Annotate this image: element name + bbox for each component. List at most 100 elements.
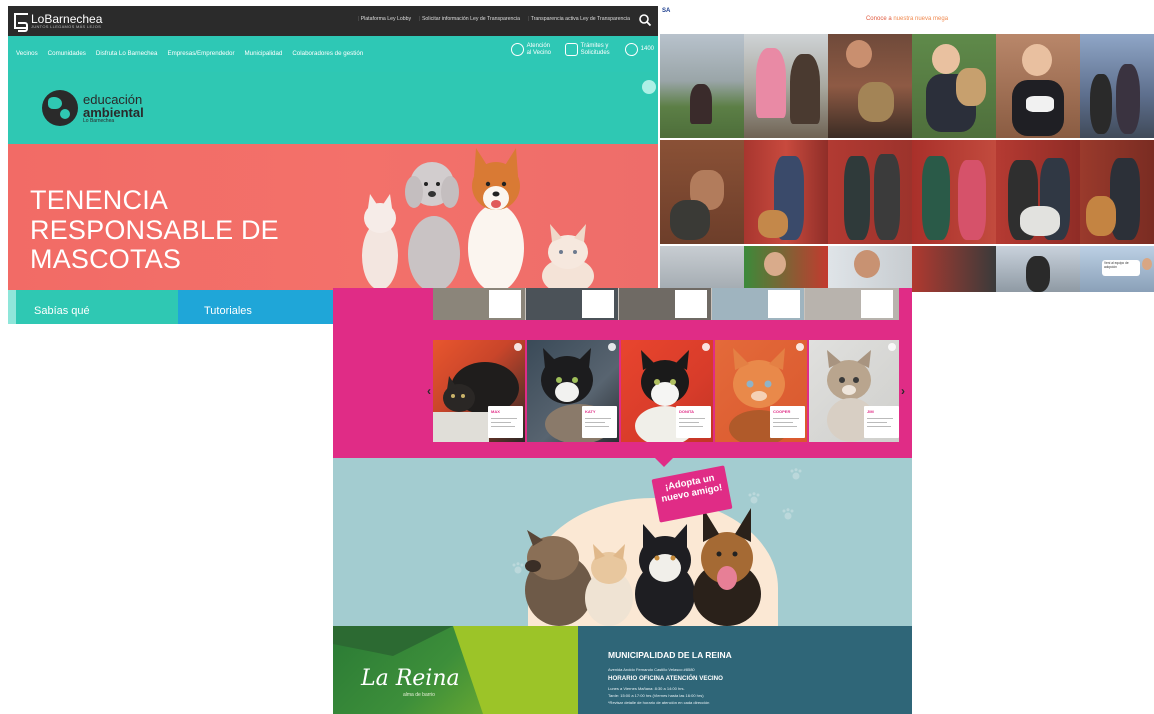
lareina-adoption-page: MAX KATY DONITA COOPER JIM ‹ › ¡Adopta u… bbox=[333, 288, 912, 714]
hero-banner: TENENCIA RESPONSABLE DE MASCOTAS bbox=[8, 144, 658, 290]
nav-item-vecinos[interactable]: Vecinos bbox=[16, 50, 38, 57]
tramites-label: Trámites y Solicitudes bbox=[580, 43, 610, 56]
site-footer: La Reina alma de barrio MUNICIPALIDAD DE… bbox=[333, 626, 912, 714]
cat-card[interactable]: DONITA bbox=[621, 340, 713, 442]
photo-grid-heading: Conoce a nuestra nueva mega bbox=[660, 16, 1154, 22]
adopt-badge-icon bbox=[702, 343, 710, 351]
nav-menu: Vecinos Comunidades Disfruta Lo Barneche… bbox=[16, 50, 363, 57]
educacion-ambiental-logo[interactable]: educación ambiental Lo Barnechea bbox=[42, 90, 144, 126]
tab-tutoriales[interactable]: Tutoriales bbox=[178, 290, 338, 324]
paw-print-icon bbox=[782, 508, 794, 520]
cat-info-card: DONITA bbox=[676, 406, 711, 438]
edu-logo-line1: educación bbox=[83, 91, 143, 107]
cat-name: KATY bbox=[585, 409, 596, 414]
nav-item-disfruta[interactable]: Disfruta Lo Barnechea bbox=[96, 50, 158, 57]
cat-carousel: MAX KATY DONITA COOPER JIM bbox=[433, 340, 899, 442]
document-icon bbox=[564, 43, 578, 57]
tab-accent-strip bbox=[8, 290, 16, 324]
section-pointer bbox=[655, 458, 673, 467]
adoption-photo bbox=[660, 34, 744, 138]
lobarnechea-screenshot: LoBarnechea JUNTOS LLEGAMOS MÁS LEJOS Pl… bbox=[8, 6, 658, 324]
adoption-photo bbox=[828, 246, 912, 292]
phone-label: 1400 bbox=[640, 46, 654, 53]
adopta-section: ¡Adopta un nuevo amigo! bbox=[333, 458, 912, 626]
link-transparencia-activa[interactable]: Transparencia activa Ley de Transparenci… bbox=[528, 16, 630, 22]
adoption-photo bbox=[1080, 34, 1154, 138]
carousel-next-arrow-icon[interactable]: › bbox=[901, 384, 905, 398]
tab-sabias-que[interactable]: Sabías qué bbox=[8, 290, 178, 324]
paw-print-icon bbox=[790, 468, 802, 480]
cat-card[interactable]: COOPER bbox=[715, 340, 807, 442]
globe-icon bbox=[42, 90, 78, 126]
adoption-photo bbox=[996, 246, 1080, 292]
phone-1400-button[interactable]: 1400 bbox=[624, 43, 654, 57]
horario-line: *Revisar detalle de horario de atención … bbox=[608, 700, 710, 705]
nav-quick-actions: Atención al Vecino Trámites y Solicitude… bbox=[510, 43, 654, 57]
photo-grid-header: SA Conoce a nuestra nueva mega bbox=[660, 6, 1154, 34]
tab-sabias-que-label: Sabías qué bbox=[34, 305, 90, 317]
cat-name: COOPER bbox=[773, 409, 791, 414]
adoption-photo bbox=[660, 140, 744, 244]
nav-item-empresas[interactable]: Empresas/Emprendedor bbox=[167, 50, 234, 57]
lobarnechea-logo[interactable]: LoBarnechea JUNTOS LLEGAMOS MÁS LEJOS bbox=[14, 12, 102, 32]
cat-card[interactable]: KATY bbox=[527, 340, 619, 442]
main-nav: Vecinos Comunidades Disfruta Lo Barneche… bbox=[8, 36, 658, 72]
la-reina-tagline: alma de barrio bbox=[403, 692, 435, 698]
paw-print-icon bbox=[512, 562, 524, 574]
heading-prefix: Conoce a bbox=[865, 16, 894, 22]
educacion-ambiental-header: educación ambiental Lo Barnechea bbox=[8, 72, 658, 144]
banner-title: TENENCIA RESPONSABLE DE MASCOTAS bbox=[30, 185, 279, 275]
search-icon[interactable] bbox=[638, 13, 652, 27]
edu-logo-line2: ambiental bbox=[83, 104, 144, 120]
accessibility-icon[interactable] bbox=[642, 80, 656, 94]
nav-item-comunidades[interactable]: Comunidades bbox=[48, 50, 86, 57]
top-links: Plataforma Ley Lobby Solicitar informaci… bbox=[358, 16, 630, 22]
adopt-badge-icon bbox=[888, 343, 896, 351]
cat-name: DONITA bbox=[679, 409, 695, 414]
adoption-photo bbox=[828, 140, 912, 244]
chat-icon bbox=[510, 43, 524, 57]
adoption-photo bbox=[828, 34, 912, 138]
link-solicitar-informacion[interactable]: Solicitar información Ley de Transparenc… bbox=[419, 16, 520, 22]
adopt-badge-icon bbox=[608, 343, 616, 351]
nav-item-municipalidad[interactable]: Municipalidad bbox=[245, 50, 283, 57]
adoption-photo bbox=[1080, 140, 1154, 244]
adoption-photo bbox=[660, 246, 744, 292]
logo-subtext: JUNTOS LLEGAMOS MÁS LEJOS bbox=[31, 24, 102, 29]
tramites-button[interactable]: Trámites y Solicitudes bbox=[564, 43, 615, 57]
adopta-sign-text: ¡Adopta un nuevo amigo! bbox=[660, 472, 724, 505]
adoption-photo bbox=[912, 34, 996, 138]
horario-line: Tarde: 15:00 a 17:00 hrs (Viernes hasta … bbox=[608, 693, 704, 698]
phone-icon bbox=[624, 43, 638, 57]
paw-print-icon bbox=[748, 492, 760, 504]
la-reina-logo[interactable]: La Reina bbox=[361, 666, 460, 691]
adoption-photo bbox=[744, 140, 828, 244]
atencion-vecino-label: Atención al Vecino bbox=[526, 43, 551, 56]
cat-name: MAX bbox=[491, 409, 500, 414]
footer-brand-area: La Reina alma de barrio bbox=[333, 626, 578, 714]
site-logo[interactable]: SA bbox=[662, 8, 670, 14]
pets-photo bbox=[362, 148, 594, 290]
cat-card[interactable]: JIM bbox=[809, 340, 899, 442]
adoption-photo bbox=[744, 34, 828, 138]
cat-card[interactable]: MAX bbox=[433, 340, 525, 442]
carousel-prev-arrow-icon[interactable]: ‹ bbox=[427, 384, 431, 398]
tab-tutoriales-label: Tutoriales bbox=[204, 305, 252, 317]
cat-info-card: KATY bbox=[582, 406, 617, 438]
adopt-badge-icon bbox=[796, 343, 804, 351]
cat-info-card: MAX bbox=[488, 406, 523, 438]
link-ley-lobby[interactable]: Plataforma Ley Lobby bbox=[358, 16, 411, 22]
speech-bubble: Vení al equipo de adopción bbox=[1102, 260, 1140, 276]
top-bar: LoBarnechea JUNTOS LLEGAMOS MÁS LEJOS Pl… bbox=[8, 6, 658, 36]
cat-name: JIM bbox=[867, 409, 874, 414]
atencion-vecino-button[interactable]: Atención al Vecino bbox=[510, 43, 555, 57]
lobarnechea-logo-mark bbox=[14, 13, 28, 32]
adoption-photo bbox=[744, 246, 828, 292]
heading-link[interactable]: nuestra nueva mega bbox=[893, 16, 948, 22]
nav-item-colaboradores[interactable]: Colaboradores de gestión bbox=[292, 50, 363, 57]
cat-info-card: JIM bbox=[864, 406, 899, 438]
previous-cat-row bbox=[433, 288, 899, 320]
adoption-photo bbox=[912, 140, 996, 244]
footer-address: Avenida Aroldo Fernando Castillo Velasco… bbox=[608, 667, 695, 672]
adoption-photo bbox=[996, 34, 1080, 138]
